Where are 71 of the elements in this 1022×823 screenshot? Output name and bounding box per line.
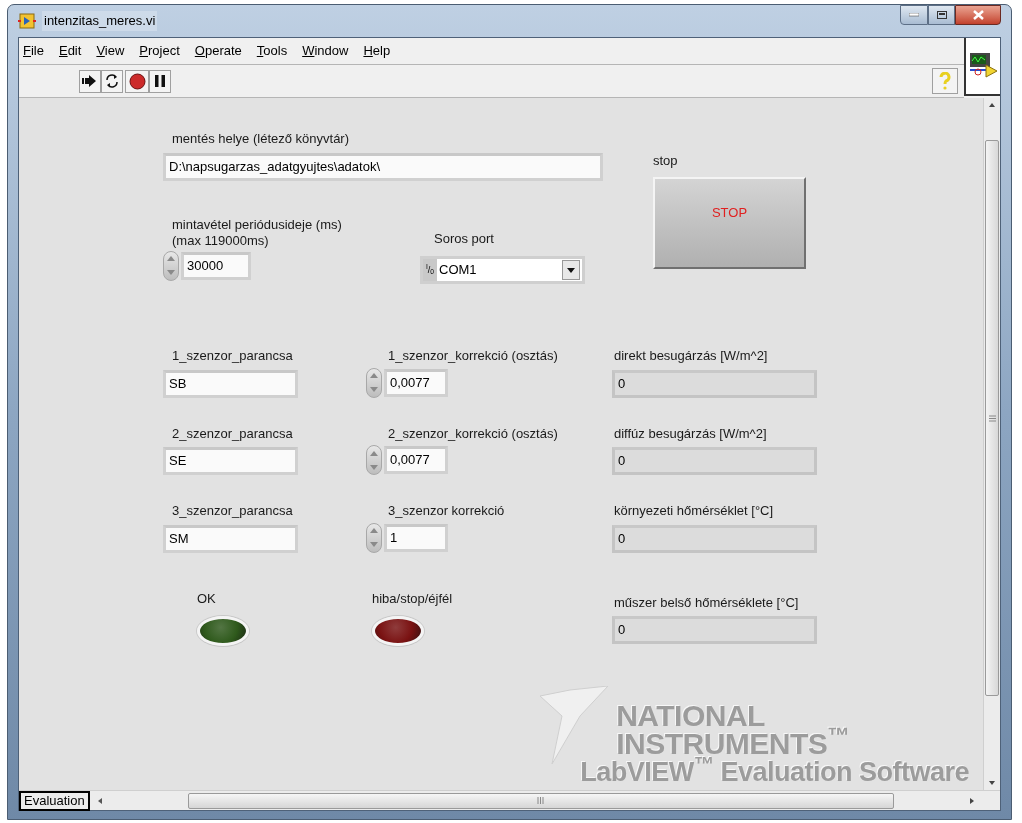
menu-item[interactable]: File bbox=[23, 41, 44, 61]
maximize-button[interactable] bbox=[928, 5, 955, 25]
grip-icon bbox=[988, 414, 996, 422]
run-continuously-button[interactable] bbox=[101, 69, 123, 93]
vi-icon bbox=[964, 38, 1000, 96]
menu-item[interactable]: View bbox=[96, 41, 125, 61]
indicator-display: 0 bbox=[612, 369, 817, 398]
control-label: diffúz besugárzás [W/m^2] bbox=[614, 424, 768, 443]
control-label: mintavétel periódusideje (ms) bbox=[172, 216, 343, 233]
close-icon bbox=[972, 10, 984, 20]
menu-item[interactable]: Project bbox=[139, 41, 180, 61]
abort-button[interactable] bbox=[125, 69, 149, 93]
spin-arrows[interactable] bbox=[366, 445, 382, 475]
input-field[interactable]: SM bbox=[163, 524, 298, 553]
pause-button[interactable] bbox=[149, 69, 171, 93]
control-label: mentés helye (létező könyvtár) bbox=[172, 130, 351, 148]
watermark-text: NATIONAL bbox=[616, 702, 765, 730]
menu-item[interactable]: Tools bbox=[256, 41, 288, 61]
control-label: OK bbox=[197, 589, 217, 608]
control-label: Soros port bbox=[434, 229, 495, 248]
help-button[interactable] bbox=[932, 68, 958, 94]
input-field[interactable]: SB bbox=[163, 369, 298, 398]
evaluation-tab[interactable]: Evaluation bbox=[19, 790, 90, 811]
control-label: 1_szenzor_korrekció (osztás) bbox=[388, 347, 559, 365]
cycle-arrows-icon bbox=[104, 73, 120, 89]
watermark-text: LabVIEW$^{™}$ Evaluation Software bbox=[580, 758, 969, 786]
horizontal-scrollbar-thumb[interactable] bbox=[187, 792, 894, 809]
control-label: 2_szenzor_parancsa bbox=[172, 424, 294, 443]
pause-icon bbox=[155, 75, 165, 87]
question-mark-icon bbox=[939, 72, 951, 90]
menu-item[interactable]: Help bbox=[363, 41, 391, 61]
menu-item[interactable]: Window bbox=[302, 41, 349, 61]
close-button[interactable] bbox=[955, 5, 1001, 25]
input-field[interactable]: 0,0077 bbox=[384, 446, 448, 474]
input-field[interactable]: 30000 bbox=[181, 251, 251, 280]
spin-arrows[interactable] bbox=[163, 250, 179, 281]
input-field[interactable]: 1 bbox=[384, 523, 448, 552]
maximize-icon bbox=[936, 11, 947, 19]
control-label: (max 119000ms) bbox=[172, 232, 270, 249]
scrollbar-thumb[interactable] bbox=[985, 140, 999, 696]
control-label: 1_szenzor_parancsa bbox=[172, 347, 294, 365]
indicator-display: 0 bbox=[612, 447, 817, 475]
spin-arrows[interactable] bbox=[366, 522, 382, 553]
control-label: direkt besugárzás [W/m^2] bbox=[614, 347, 769, 365]
indicator-display: 0 bbox=[612, 616, 817, 644]
minimize-button[interactable] bbox=[900, 5, 928, 25]
minimize-icon bbox=[909, 13, 919, 17]
menu-item[interactable]: Operate bbox=[194, 41, 242, 61]
control-label: stop bbox=[653, 152, 679, 170]
spin-arrows[interactable] bbox=[366, 367, 382, 398]
app-icon bbox=[18, 13, 36, 29]
input-field[interactable]: 0,0077 bbox=[384, 368, 448, 397]
io-tag: $^{I}$/$_{0}$ bbox=[423, 259, 437, 281]
window-title: intenzitas_meres.vi bbox=[42, 11, 158, 31]
dropdown-value: COM1 bbox=[438, 261, 478, 280]
control-label: 3_szenzor_parancsa bbox=[172, 502, 294, 520]
stop-sign-icon bbox=[128, 72, 146, 90]
arrow-icon bbox=[82, 75, 98, 87]
control-label: műszer belső hőmérséklete [°C] bbox=[614, 593, 800, 612]
control-label: környezeti hőmérséklet [°C] bbox=[614, 502, 775, 520]
input-field[interactable]: SE bbox=[163, 447, 298, 475]
input-field[interactable]: D:\napsugarzas_adatgyujtes\adatok\ bbox=[163, 152, 603, 181]
control-label: 3_szenzor korrekció bbox=[388, 502, 506, 520]
indicator-display: 0 bbox=[612, 524, 817, 553]
menu-item[interactable]: Edit bbox=[58, 41, 82, 61]
run-button[interactable] bbox=[79, 69, 101, 93]
control-label: hiba/stop/éjfél bbox=[372, 589, 454, 608]
serial-port-dropdown[interactable]: $^{I}$/$_{0}$ COM1 bbox=[420, 256, 585, 284]
grip-icon bbox=[537, 797, 545, 804]
vertical-scrollbar[interactable] bbox=[983, 98, 1000, 790]
control-label: 2_szenzor_korrekció (osztás) bbox=[388, 424, 559, 443]
